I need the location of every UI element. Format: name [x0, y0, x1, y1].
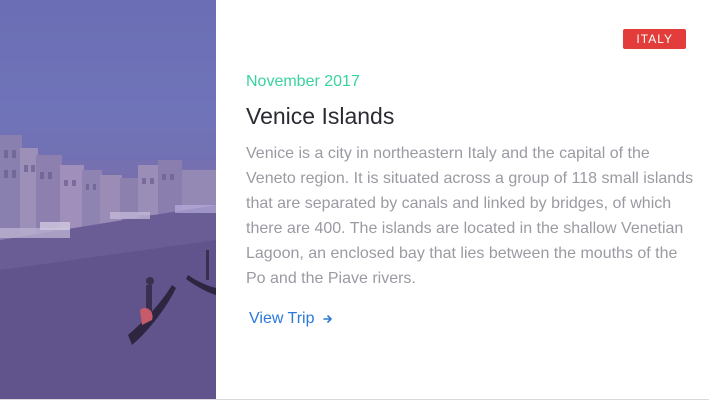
venice-canal-illustration — [0, 0, 216, 399]
view-trip-link[interactable]: View Trip — [249, 310, 333, 328]
card-content: ITALY November 2017 Venice Islands Venic… — [216, 0, 709, 399]
trip-photo — [0, 0, 216, 399]
country-badge: ITALY — [623, 29, 686, 49]
trip-title: Venice Islands — [246, 103, 395, 129]
trip-date: November 2017 — [246, 73, 360, 90]
trip-description: Venice is a city in northeastern Italy a… — [246, 145, 694, 287]
arrow-right-icon — [322, 311, 333, 327]
view-trip-label: View Trip — [249, 310, 315, 327]
trip-card: ITALY November 2017 Venice Islands Venic… — [0, 0, 709, 400]
